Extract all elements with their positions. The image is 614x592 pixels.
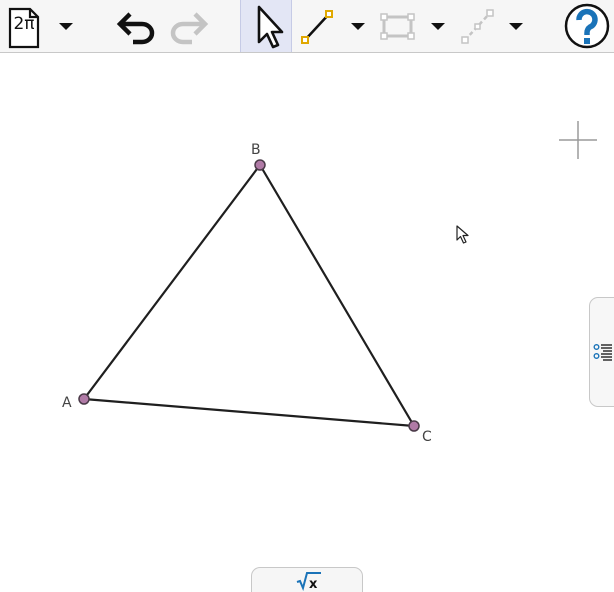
segment-tool-button[interactable] <box>298 0 338 52</box>
dropdown-arrow-icon <box>351 23 365 30</box>
rectangle-icon <box>380 13 415 40</box>
svg-text:x: x <box>309 577 318 591</box>
algebra-input-tab[interactable]: x <box>251 567 363 592</box>
undo-button[interactable] <box>113 0 159 52</box>
move-tool-button[interactable] <box>240 0 292 52</box>
polygon-tool-dropdown[interactable] <box>426 0 450 52</box>
help-icon <box>564 3 610 49</box>
dropdown-arrow-icon <box>59 23 73 30</box>
line-tool-button[interactable] <box>456 0 498 52</box>
redo-button[interactable] <box>166 0 212 52</box>
move-arrow-icon <box>257 5 284 49</box>
file-menu-button[interactable]: 2π <box>4 0 44 52</box>
point-a[interactable] <box>78 393 90 405</box>
help-button[interactable] <box>562 0 612 52</box>
triangle-construction <box>78 159 420 432</box>
redo-icon <box>170 12 209 45</box>
file-menu-dropdown[interactable] <box>54 0 78 52</box>
toolbar: 2π <box>0 0 614 53</box>
point-label-a: A <box>62 395 72 411</box>
dropdown-arrow-icon <box>509 23 523 30</box>
segment-ab[interactable] <box>82 163 262 401</box>
dropdown-arrow-icon <box>431 23 445 30</box>
list-properties-icon <box>593 344 612 361</box>
graphics-view[interactable]: A B C <box>0 53 614 592</box>
geometry-app: 2π A B C x <box>0 0 614 592</box>
plus-cross-icon[interactable] <box>558 121 598 161</box>
segment-ca[interactable] <box>82 397 416 428</box>
segment-bc[interactable] <box>258 163 416 428</box>
square-root-x-icon: x <box>296 572 321 591</box>
polygon-tool-button[interactable] <box>376 0 418 52</box>
dashed-line-icon <box>461 9 494 44</box>
point-b[interactable] <box>254 159 266 171</box>
line-tool-dropdown[interactable] <box>504 0 528 52</box>
point-label-c: C <box>422 429 432 445</box>
segment-icon <box>301 10 333 44</box>
point-label-b: B <box>251 142 261 158</box>
side-panel-tab[interactable] <box>589 297 614 407</box>
undo-icon <box>116 12 155 45</box>
segment-tool-dropdown[interactable] <box>346 0 370 52</box>
file-icon <box>8 7 40 49</box>
mouse-pointer-icon <box>456 225 469 244</box>
point-c[interactable] <box>408 420 420 432</box>
